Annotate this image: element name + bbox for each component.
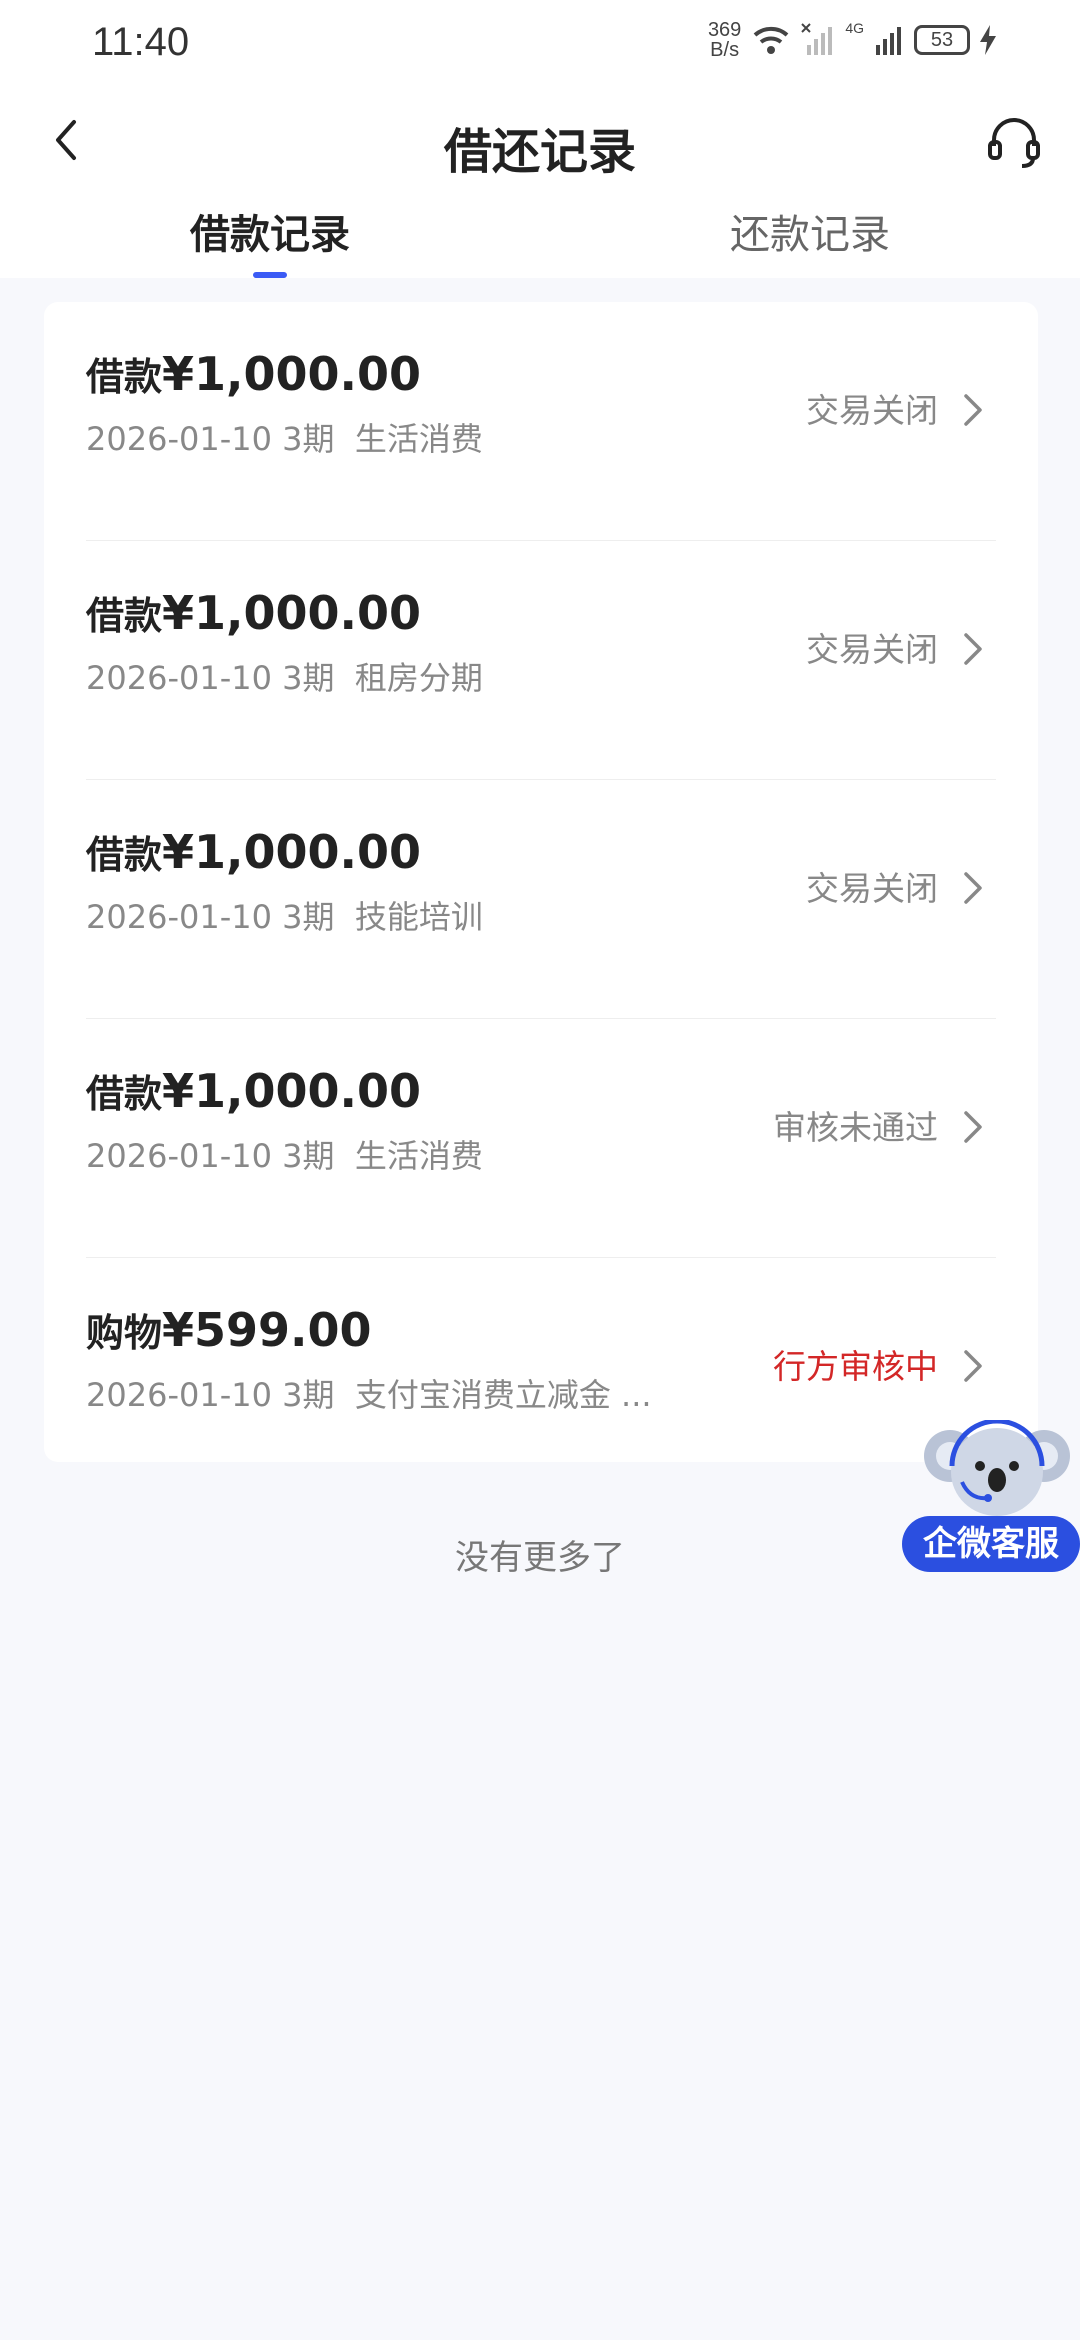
record-amount: ¥1,000.00 [162,347,422,401]
record-amount: ¥1,000.00 [162,1064,422,1118]
record-amount: ¥1,000.00 [162,825,422,879]
record-type: 借款 [86,1072,163,1116]
record-title: 购物¥599.00 [86,1302,372,1357]
tab-repay-records[interactable]: 还款记录 [540,196,1080,278]
tab-label: 还款记录 [730,212,890,258]
record-row[interactable]: 借款¥1,000.00 2026-01-10 3期 生活消费 审核未通过 [86,1019,996,1258]
record-date: 2026-01-10 [86,420,272,458]
record-purpose: 生活消费 [354,420,483,458]
page-title: 借还记录 [443,124,636,180]
record-title: 借款¥1,000.00 [86,585,421,640]
wifi-icon [753,26,789,54]
chevron-right-icon [964,633,982,665]
tab-borrow-records[interactable]: 借款记录 [0,196,540,278]
record-title: 借款¥1,000.00 [86,1063,421,1118]
status-icons: 369 B/s 4G 53 [708,20,996,60]
record-type: 借款 [86,833,163,877]
record-row[interactable]: 借款¥1,000.00 2026-01-10 3期 租房分期 交易关闭 [86,541,996,780]
net-speed-value: 369 [707,19,742,41]
floating-service-button[interactable]: 企微客服 [902,1420,1080,1572]
record-subtitle: 2026-01-10 3期 生活消费 [86,1131,726,1177]
record-status: 交易关闭 [806,869,938,908]
record-subtitle: 2026-01-10 3期 技能培训 [86,892,726,938]
record-title: 借款¥1,000.00 [86,824,421,879]
record-type: 借款 [86,594,163,638]
status-time: 11:40 [92,20,190,64]
record-periods: 3期 [282,898,335,936]
record-amount: ¥1,000.00 [162,586,422,640]
tab-bar: 借款记录 还款记录 [0,196,1080,278]
chevron-right-icon [964,872,982,904]
battery-indicator: 53 [914,25,970,55]
record-row[interactable]: 购物¥599.00 2026-01-10 3期 支付宝消费立减金 ... 行方审… [86,1258,996,1498]
network-type: 4G [845,20,864,36]
record-status: 行方审核中 [773,1347,938,1386]
chevron-right-icon [964,1111,982,1143]
top-area: 11:40 369 B/s 4G 53 借还记录 借款记录 还款记录 [0,0,1080,278]
tab-label: 借款记录 [190,212,350,258]
record-purpose: 技能培训 [354,898,483,936]
headset-icon[interactable] [984,112,1044,172]
record-periods: 3期 [282,1137,335,1175]
koala-mascot-icon [924,1420,1070,1516]
record-purpose: 生活消费 [354,1137,483,1175]
record-title: 借款¥1,000.00 [86,346,421,401]
net-speed-unit: B/s [710,39,740,61]
record-type: 购物 [86,1311,163,1355]
record-status: 交易关闭 [806,630,938,669]
tab-active-indicator [253,272,287,278]
record-amount: ¥599.00 [162,1303,372,1357]
record-periods: 3期 [282,659,335,697]
record-date: 2026-01-10 [86,1137,272,1175]
charging-icon [980,25,996,55]
records-card: 借款¥1,000.00 2026-01-10 3期 生活消费 交易关闭 借款¥1… [44,302,1038,1462]
chevron-right-icon [964,394,982,426]
record-purpose: 支付宝消费立减金 ... [354,1376,652,1414]
record-subtitle: 2026-01-10 3期 租房分期 [86,653,726,699]
record-date: 2026-01-10 [86,898,272,936]
record-date: 2026-01-10 [86,1376,272,1414]
signal-icon [876,27,901,55]
service-pill-label: 企微客服 [902,1516,1080,1572]
record-subtitle: 2026-01-10 3期 生活消费 [86,414,726,460]
status-bar: 11:40 369 B/s 4G 53 [0,0,1080,86]
record-row[interactable]: 借款¥1,000.00 2026-01-10 3期 生活消费 交易关闭 [86,302,996,541]
record-date: 2026-01-10 [86,659,272,697]
nav-bar: 借还记录 [0,86,1080,196]
record-type: 借款 [86,355,163,399]
record-periods: 3期 [282,420,335,458]
signal-off-icon [801,23,833,55]
record-periods: 3期 [282,1376,335,1414]
record-status: 审核未通过 [773,1108,938,1147]
chevron-right-icon [964,1350,982,1382]
record-purpose: 租房分期 [354,659,483,697]
record-subtitle: 2026-01-10 3期 支付宝消费立减金 ... [86,1370,726,1416]
record-row[interactable]: 借款¥1,000.00 2026-01-10 3期 技能培训 交易关闭 [86,780,996,1019]
net-speed: 369 B/s [708,20,741,60]
record-status: 交易关闭 [806,391,938,430]
